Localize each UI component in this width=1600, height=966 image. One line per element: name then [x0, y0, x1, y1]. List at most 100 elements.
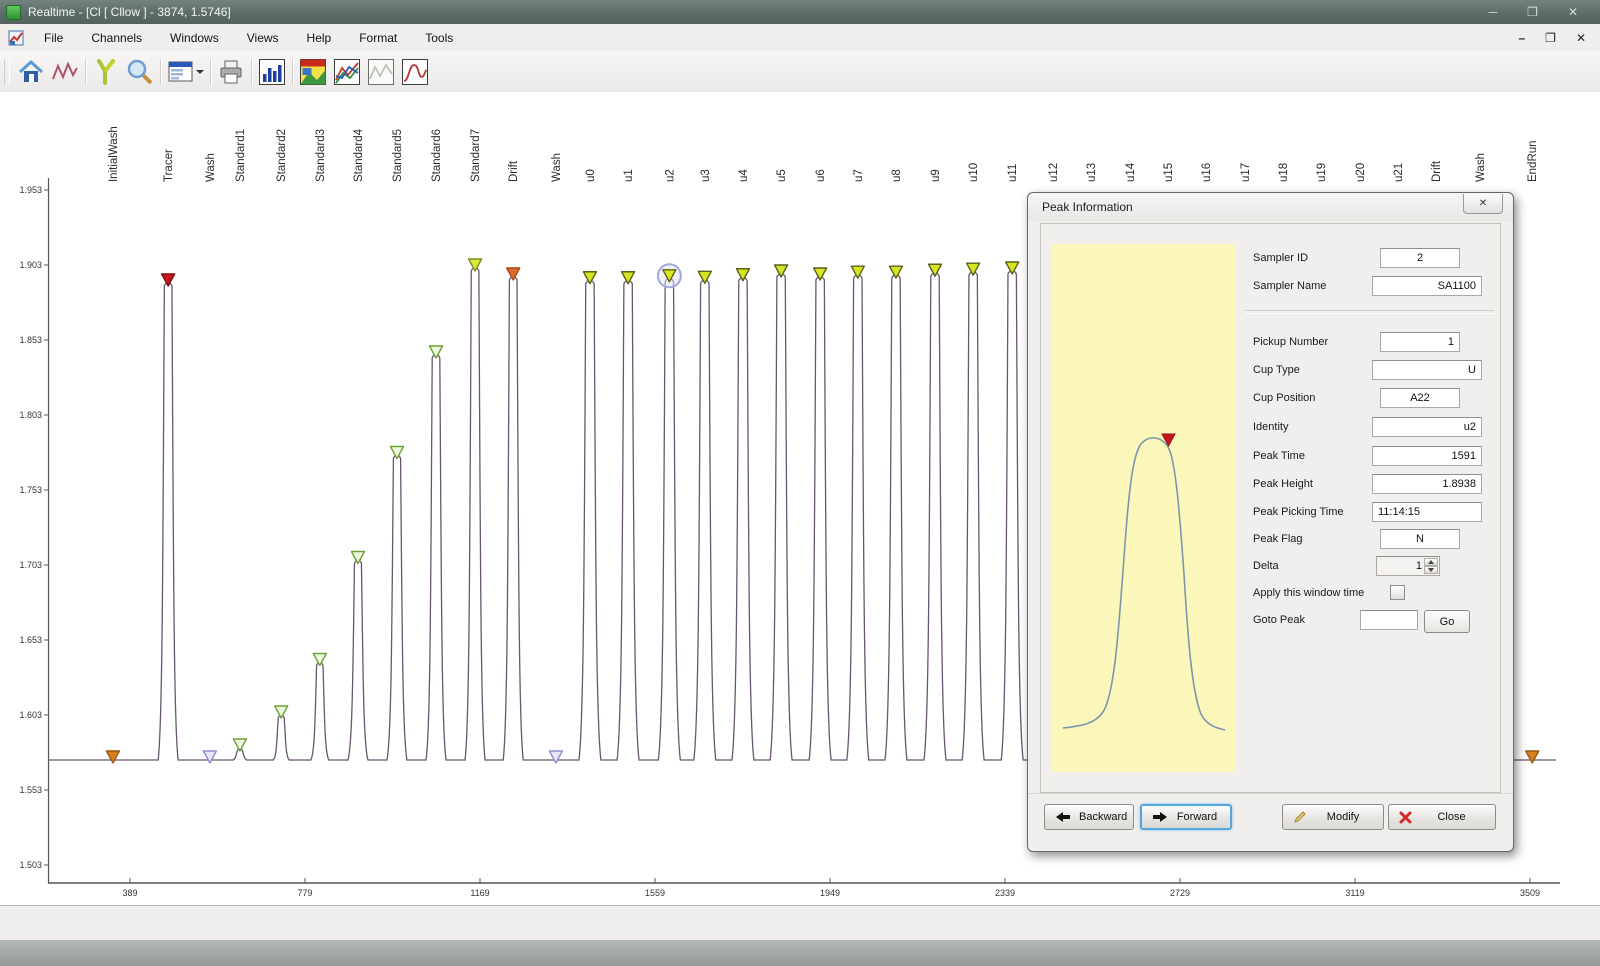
peak-marker-Drift[interactable] [507, 268, 520, 280]
menu-channels[interactable]: Channels [81, 27, 152, 49]
toolbar-separator [292, 59, 293, 85]
sample-label-u4: u4 [738, 169, 750, 182]
field-sampler_id-input[interactable]: 2 [1380, 248, 1460, 268]
peak-marker-Wash[interactable] [203, 751, 216, 763]
delta-spinner[interactable] [1424, 558, 1438, 574]
sample-label-Standard3: Standard3 [315, 129, 327, 182]
toolbar-image-view-icon[interactable] [297, 57, 329, 87]
x-tick-label: 1169 [470, 888, 489, 898]
field-row-apply_window_time: Apply this window time [1251, 583, 1490, 605]
menu-tools[interactable]: Tools [415, 27, 463, 49]
peak-marker-u7[interactable] [851, 266, 864, 278]
peak-marker-u11[interactable] [1006, 262, 1019, 274]
dialog-close-button[interactable]: ✕ [1463, 194, 1503, 214]
peak-marker-Standard6[interactable] [430, 346, 443, 358]
close-button[interactable]: Close [1388, 804, 1496, 830]
field-sampler_name-input[interactable]: SA1100 [1372, 276, 1482, 296]
toolbar-multi-trace-icon[interactable] [331, 57, 363, 87]
sample-label-u8: u8 [891, 169, 903, 182]
field-goto_peak-input[interactable] [1360, 610, 1418, 630]
field-row-sampler_id: Sampler ID2 [1251, 248, 1490, 270]
spinner-up-button[interactable] [1424, 558, 1438, 566]
peak-marker-Standard5[interactable] [390, 447, 403, 459]
peak-marker-u0[interactable] [583, 272, 596, 284]
toolbar-home-icon[interactable] [15, 57, 47, 87]
fields-separator [1245, 310, 1494, 314]
peak-marker-u10[interactable] [967, 263, 980, 275]
dialog-title-bar[interactable]: Peak Information ✕ [1028, 193, 1513, 221]
peak-marker-Standard7[interactable] [469, 259, 482, 271]
field-cup_type-input[interactable]: U [1372, 360, 1482, 380]
peak-marker-InitialWash[interactable] [106, 751, 119, 763]
close-button[interactable]: ✕ [1568, 5, 1578, 19]
spinner-down-button[interactable] [1424, 566, 1438, 574]
mdi-minimize-button[interactable]: – [1518, 31, 1525, 45]
field-peak_picking_time-input[interactable]: 11:14:15 [1372, 502, 1482, 522]
toolbar-window-list-icon[interactable] [165, 57, 197, 87]
modify-button[interactable]: Modify [1282, 804, 1384, 830]
y-tick-label: 1.753 [19, 485, 42, 495]
menu-format[interactable]: Format [349, 27, 407, 49]
peak-preview-panel [1051, 244, 1235, 772]
sample-label-Standard6: Standard6 [431, 129, 443, 182]
field-label-cup_type: Cup Type [1253, 364, 1300, 376]
mdi-close-button[interactable]: ✕ [1576, 31, 1586, 45]
toolbar-bar-chart-icon[interactable] [256, 57, 288, 87]
sample-label-Standard4: Standard4 [353, 128, 365, 182]
peak-marker-Standard3[interactable] [313, 654, 326, 666]
peak-marker-u4[interactable] [736, 269, 749, 281]
dropdown-caret-icon[interactable] [196, 70, 204, 74]
peak-marker-u3[interactable] [698, 271, 711, 283]
field-label-goto_peak: Goto Peak [1253, 614, 1305, 626]
dialog-button-row: BackwardForward ModifyClose [1028, 793, 1513, 852]
field-peak_height-input[interactable]: 1.8938 [1372, 474, 1482, 494]
toolbar-trace-icon[interactable] [49, 57, 81, 87]
sample-label-InitialWash: InitialWash [108, 126, 120, 182]
field-peak_flag-input[interactable]: N [1380, 529, 1460, 549]
peak-marker-u5[interactable] [775, 265, 788, 277]
minimize-button[interactable]: ─ [1489, 5, 1498, 19]
field-delta-input[interactable]: 1 [1376, 556, 1440, 576]
sample-label-u18: u18 [1278, 163, 1290, 182]
menu-windows[interactable]: Windows [160, 27, 229, 49]
sample-label-u21: u21 [1393, 163, 1405, 182]
sample-label-u2: u2 [664, 169, 676, 182]
menu-file[interactable]: File [34, 27, 73, 49]
checkbox-apply_window_time[interactable] [1390, 585, 1405, 600]
toolbar-zoom-icon[interactable] [124, 57, 156, 87]
peak-marker-Standard1[interactable] [233, 739, 246, 751]
restore-button[interactable]: ❐ [1527, 5, 1538, 19]
field-row-pickup_number: Pickup Number1 [1251, 332, 1490, 354]
toolbar-peak-pick-icon[interactable] [90, 57, 122, 87]
field-pickup_number-input[interactable]: 1 [1380, 332, 1460, 352]
peak-marker-EndRun[interactable] [1526, 751, 1539, 763]
field-label-peak_flag: Peak Flag [1253, 533, 1303, 545]
y-tick-label: 1.853 [19, 335, 42, 345]
y-tick-label: 1.653 [19, 635, 42, 645]
sample-label-u14: u14 [1125, 162, 1137, 182]
menu-views[interactable]: Views [237, 27, 289, 49]
backward-button[interactable]: Backward [1044, 804, 1134, 830]
peak-marker-u1[interactable] [622, 272, 635, 284]
peak-marker-Standard2[interactable] [275, 706, 288, 718]
toolbar-faded-chart-icon[interactable] [365, 57, 397, 87]
field-peak_time-input[interactable]: 1591 [1372, 446, 1482, 466]
field-identity-input[interactable]: u2 [1372, 417, 1482, 437]
go-button[interactable]: Go [1424, 610, 1470, 633]
forward-button[interactable]: Forward [1140, 804, 1232, 830]
preview-peak-trace [1063, 438, 1225, 730]
field-cup_position-input[interactable]: A22 [1380, 388, 1460, 408]
peak-marker-Standard4[interactable] [351, 552, 364, 564]
title-bar: Realtime - [Cl [ Cllow ] - 3874, 1.5746]… [0, 0, 1600, 24]
menu-help[interactable]: Help [297, 27, 342, 49]
x-tick-label: 1949 [820, 888, 840, 898]
peak-marker-u6[interactable] [814, 268, 827, 280]
peak-marker-u9[interactable] [929, 264, 942, 276]
field-row-sampler_name: Sampler NameSA1100 [1251, 276, 1490, 298]
peak-marker-u8[interactable] [889, 266, 902, 278]
toolbar-print-icon[interactable] [215, 57, 247, 87]
peak-marker-Tracer[interactable] [162, 274, 175, 286]
peak-marker-Wash[interactable] [549, 751, 562, 763]
mdi-restore-button[interactable]: ❐ [1545, 31, 1556, 45]
toolbar-curve-chart-icon[interactable] [399, 57, 431, 87]
